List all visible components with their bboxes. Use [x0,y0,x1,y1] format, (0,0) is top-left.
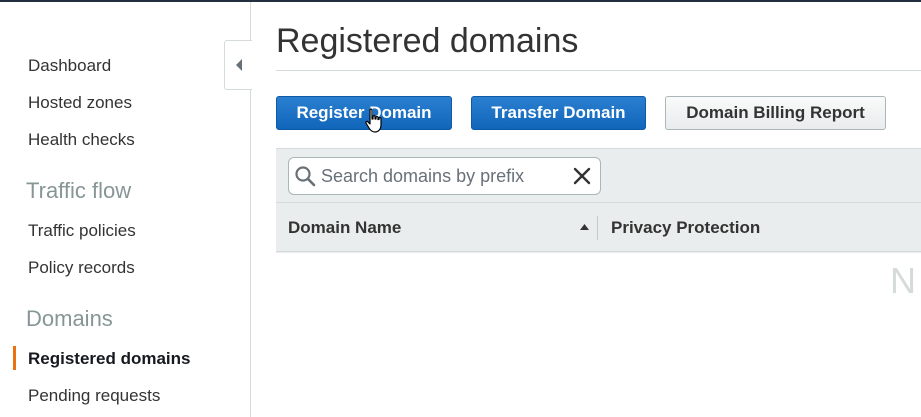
table-header-row: Domain Name Privacy Protection [276,202,921,252]
column-divider [597,216,598,240]
sidebar-item-hosted-zones[interactable]: Hosted zones [28,93,132,113]
sidebar-item-dashboard[interactable]: Dashboard [28,56,111,76]
sort-ascending-icon[interactable] [580,224,589,230]
sidebar-item-health-checks[interactable]: Health checks [28,130,135,150]
sidebar-collapse-button[interactable] [224,40,252,90]
sidebar-item-traffic-policies[interactable]: Traffic policies [28,221,136,241]
title-divider [276,70,921,71]
sidebar-item-registered-domains[interactable]: Registered domains [28,349,191,369]
chevron-left-icon [235,59,242,71]
clear-search-icon[interactable] [572,166,592,186]
search-input[interactable] [321,164,561,188]
sidebar-section-traffic-flow: Traffic flow [26,178,132,203]
empty-table-message: N [890,260,916,301]
sidebar: Dashboard Hosted zones Health checks Tra… [0,2,251,417]
search-field[interactable] [288,157,601,195]
page-title: Registered domains [276,22,579,60]
active-item-marker [13,346,16,370]
column-header-domain-name[interactable]: Domain Name [288,218,401,238]
search-icon [295,166,316,187]
sidebar-item-pending-requests[interactable]: Pending requests [28,386,160,406]
hand-pointer-cursor-icon [365,108,382,133]
column-header-privacy-protection[interactable]: Privacy Protection [611,218,760,238]
sidebar-section-domains: Domains [26,306,113,331]
domain-billing-report-button[interactable]: Domain Billing Report [665,96,886,130]
sidebar-item-policy-records[interactable]: Policy records [28,258,135,278]
transfer-domain-button[interactable]: Transfer Domain [471,96,646,130]
